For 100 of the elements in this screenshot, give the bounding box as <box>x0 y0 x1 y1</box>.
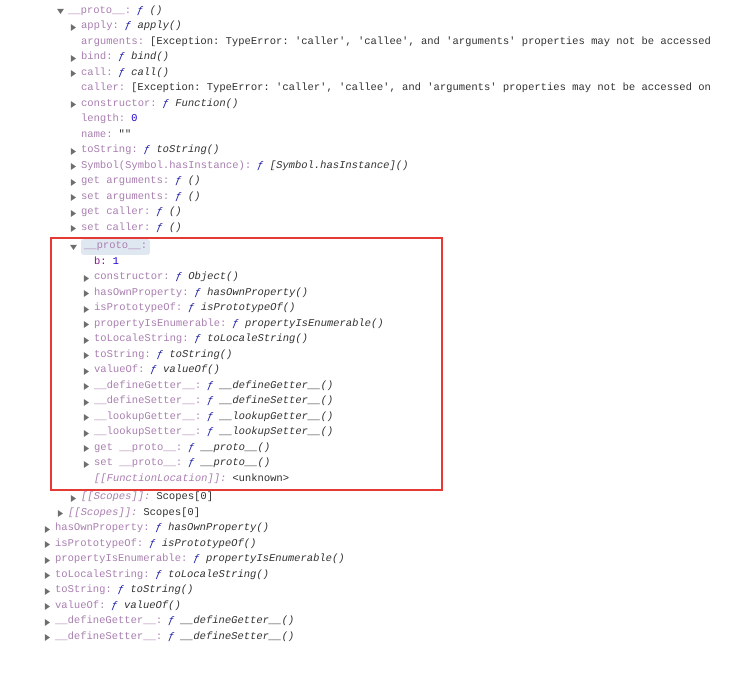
property-key[interactable]: toString: <box>81 143 138 160</box>
function-value: ƒ __proto__() <box>188 440 270 456</box>
function-value: ƒ valueOf() <box>150 363 220 378</box>
property-key[interactable]: hasOwnProperty: <box>55 521 150 538</box>
function-value: ƒ () <box>175 190 200 205</box>
expand-triangle-icon[interactable] <box>83 352 90 360</box>
property-key[interactable]: set caller: <box>81 220 150 237</box>
property-key[interactable]: get __proto__: <box>94 440 182 457</box>
property-key[interactable]: length: <box>81 112 126 128</box>
property-key[interactable]: __proto__: <box>68 4 132 20</box>
expand-triangle-icon[interactable] <box>44 526 51 533</box>
property-value: [Exception: TypeError: 'caller', 'callee', and 'arguments' properties may not be accessed on <box>131 81 711 96</box>
function-value: ƒ valueOf() <box>111 598 181 614</box>
expand-triangle-icon[interactable] <box>83 445 90 452</box>
property-key[interactable]: set arguments: <box>81 190 170 206</box>
function-value: ƒ toString() <box>144 143 220 158</box>
property-key[interactable]: valueOf: <box>94 363 144 380</box>
expand-triangle-icon[interactable] <box>57 510 64 518</box>
expand-triangle-icon[interactable] <box>70 225 77 232</box>
property-key[interactable]: set __proto__: <box>94 456 182 472</box>
number-value: 0 <box>131 112 138 128</box>
function-value: ƒ __defineSetter__() <box>207 394 334 410</box>
expand-triangle-icon[interactable] <box>44 618 51 626</box>
property-key[interactable]: [[Scopes]]: <box>81 490 150 506</box>
property-key[interactable]: get arguments: <box>81 174 170 190</box>
expand-triangle-icon[interactable] <box>70 101 77 108</box>
property-key[interactable]: get caller: <box>81 205 150 222</box>
property-key[interactable]: valueOf: <box>55 598 106 615</box>
property-key[interactable]: isPrototypeOf: <box>94 301 182 318</box>
property-key[interactable]: call: <box>81 66 113 82</box>
property-key[interactable]: name: <box>81 128 113 144</box>
function-value: ƒ propertyIsEnumerable() <box>232 316 384 332</box>
expand-triangle-icon[interactable] <box>70 194 77 202</box>
property-key[interactable]: toLocaleString: <box>94 332 189 348</box>
property-key[interactable]: propertyIsEnumerable: <box>55 552 188 568</box>
function-value: ƒ isPrototypeOf() <box>149 536 256 552</box>
expand-triangle-icon[interactable] <box>70 70 77 78</box>
property-key[interactable]: bind: <box>81 50 113 66</box>
expand-triangle-icon[interactable] <box>83 460 90 468</box>
function-value: ƒ () <box>137 4 162 19</box>
function-value: ƒ [Symbol.hasInstance]() <box>257 158 408 174</box>
expand-triangle-icon[interactable] <box>83 274 90 282</box>
collapse-triangle-icon[interactable] <box>57 8 64 16</box>
number-value: 1 <box>112 254 119 270</box>
expand-triangle-icon[interactable] <box>44 603 51 610</box>
property-key[interactable]: __proto__: <box>81 239 150 256</box>
function-value: ƒ toString() <box>156 348 232 363</box>
expand-triangle-icon[interactable] <box>70 210 77 217</box>
property-key[interactable]: toString: <box>55 583 112 600</box>
property-key[interactable]: toString: <box>94 348 151 364</box>
property-key[interactable]: __defineSetter__: <box>55 630 162 646</box>
property-value: <unknown> <box>232 472 290 487</box>
expand-triangle-icon[interactable] <box>44 541 51 548</box>
property-key[interactable]: [[Scopes]]: <box>68 506 138 522</box>
property-key[interactable]: propertyIsEnumerable: <box>94 316 226 333</box>
property-key[interactable]: caller: <box>81 81 126 98</box>
expand-triangle-icon[interactable] <box>44 634 51 642</box>
expand-triangle-icon[interactable] <box>70 24 77 31</box>
property-key[interactable]: Symbol(Symbol.hasInstance): <box>81 158 252 175</box>
expand-triangle-icon[interactable] <box>83 368 90 375</box>
property-key[interactable]: isPrototypeOf: <box>55 536 144 553</box>
expand-triangle-icon[interactable] <box>44 588 51 595</box>
expand-triangle-icon[interactable] <box>83 398 90 406</box>
property-key[interactable]: __defineGetter__: <box>94 378 202 395</box>
property-key[interactable]: constructor: <box>81 96 157 113</box>
function-value: ƒ __lookupSetter__() <box>207 425 334 440</box>
function-value: ƒ hasOwnProperty() <box>156 521 269 536</box>
property-key[interactable]: __defineGetter__: <box>55 614 162 630</box>
expand-triangle-icon[interactable] <box>83 336 90 344</box>
expand-triangle-icon[interactable] <box>44 572 51 580</box>
function-value: ƒ () <box>175 174 200 190</box>
expand-triangle-icon[interactable] <box>83 414 90 422</box>
function-value: ƒ () <box>156 220 182 236</box>
property-key[interactable]: __lookupSetter__: <box>94 425 202 442</box>
property-key[interactable]: toLocaleString: <box>55 568 150 584</box>
function-value: ƒ Function() <box>162 96 238 112</box>
expand-triangle-icon[interactable] <box>83 321 90 328</box>
property-key[interactable]: b: <box>94 254 107 271</box>
expand-triangle-icon[interactable] <box>70 148 77 155</box>
property-value: Scopes[0] <box>156 490 214 506</box>
collapse-triangle-icon[interactable] <box>70 244 77 251</box>
expand-triangle-icon[interactable] <box>70 163 77 170</box>
expand-triangle-icon[interactable] <box>44 556 51 564</box>
function-value: ƒ __defineGetter__() <box>207 378 334 394</box>
expand-triangle-icon[interactable] <box>83 290 90 298</box>
function-value: ƒ __defineGetter__() <box>168 614 294 630</box>
expand-triangle-icon[interactable] <box>83 383 90 390</box>
property-key[interactable]: apply: <box>81 19 119 36</box>
property-key[interactable]: arguments: <box>81 34 144 51</box>
property-key[interactable]: __defineSetter__: <box>94 394 202 410</box>
expand-triangle-icon[interactable] <box>83 306 90 313</box>
expand-triangle-icon[interactable] <box>83 430 90 437</box>
property-key[interactable]: hasOwnProperty: <box>94 286 189 302</box>
expand-triangle-icon[interactable] <box>70 178 77 186</box>
expand-triangle-icon[interactable] <box>70 494 77 502</box>
property-key[interactable]: __lookupGetter__: <box>94 410 202 426</box>
function-value: ƒ propertyIsEnumerable() <box>193 552 345 568</box>
expand-triangle-icon[interactable] <box>70 54 77 62</box>
property-key[interactable]: constructor: <box>94 270 170 286</box>
property-key[interactable]: [[FunctionLocation]]: <box>94 472 226 488</box>
